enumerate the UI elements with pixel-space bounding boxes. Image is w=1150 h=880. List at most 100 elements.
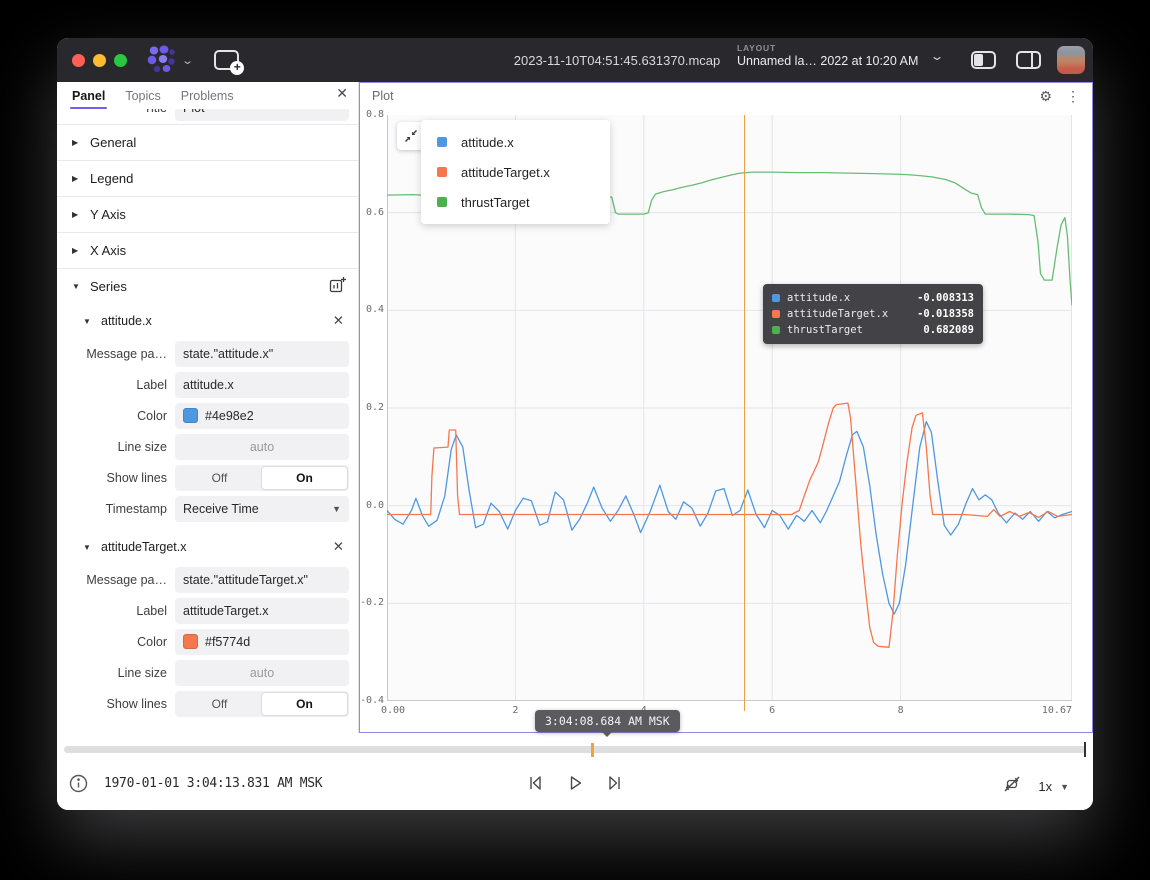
close-sidebar-icon[interactable]: ✕ <box>336 85 348 102</box>
show-lines-label: Show lines <box>57 471 175 485</box>
add-panel-button[interactable]: + <box>214 50 239 70</box>
scrubber-hover-marker <box>591 743 594 757</box>
label-label: Label <box>57 604 175 618</box>
foxglove-logo-icon[interactable] <box>145 45 177 75</box>
chevron-right-icon: ▶ <box>72 210 81 219</box>
series-color-swatch <box>772 326 780 334</box>
legend-item-thrust-target[interactable]: thrustTarget <box>421 187 610 217</box>
show-lines-toggle: Off On <box>175 691 349 717</box>
scrubber-playhead-marker[interactable] <box>1084 742 1087 757</box>
series-attitude-target-x-header[interactable]: ▼ attitudeTarget.x ✕ <box>57 530 358 564</box>
transport-controls <box>525 773 625 798</box>
section-x-axis[interactable]: ▶ X Axis <box>57 232 358 268</box>
title-row-clipped: Title Plot <box>57 109 358 124</box>
series-attitude-x-header[interactable]: ▼ attitude.x ✕ <box>57 304 358 338</box>
layout-label: LAYOUT <box>737 43 918 54</box>
panel-menu-kebab-icon[interactable]: ⋮ <box>1066 88 1080 105</box>
panel-settings-scroll[interactable]: Title Plot ▶ General ▶ Legend ▶ Y Axis <box>57 109 358 733</box>
show-lines-off-option[interactable]: Off <box>177 693 262 715</box>
app-window: ⌄ + 2023-11-10T04:51:45.631370.mcap LAYO… <box>57 38 1093 810</box>
layout-selector[interactable]: LAYOUT Unnamed la… 2022 at 10:20 AM ⌄ <box>737 43 942 69</box>
chevron-down-icon: ▼ <box>83 317 92 326</box>
chevron-down-icon: ▼ <box>1060 782 1069 792</box>
add-series-icon[interactable] <box>329 276 346 298</box>
message-path-input[interactable]: state."attitude.x" <box>175 341 349 367</box>
app-menu-chevron-icon[interactable]: ⌄ <box>181 54 194 67</box>
user-avatar[interactable] <box>1057 46 1085 74</box>
timeline-scrubber[interactable] <box>64 746 1086 753</box>
line-size-label: Line size <box>57 666 175 680</box>
message-path-label: Message pa… <box>57 347 175 361</box>
plus-icon: + <box>230 61 244 75</box>
chevron-down-icon: ▼ <box>72 282 81 291</box>
close-window-button[interactable] <box>72 54 85 67</box>
line-size-label: Line size <box>57 440 175 454</box>
legend-item-attitude-x[interactable]: attitude.x <box>421 127 610 157</box>
color-hex-value: #f5774d <box>205 635 250 649</box>
info-icon[interactable] <box>69 774 88 798</box>
color-hex-value: #4e98e2 <box>205 409 254 423</box>
plot-legend: attitude.x attitudeTarget.x thrustTarget <box>421 120 610 224</box>
playback-speed-select[interactable]: 1x ▼ <box>1038 779 1069 794</box>
chevron-right-icon: ▶ <box>72 174 81 183</box>
message-path-input[interactable]: state."attitudeTarget.x" <box>175 567 349 593</box>
legend-item-attitude-target-x[interactable]: attitudeTarget.x <box>421 157 610 187</box>
tab-problems[interactable]: Problems <box>181 82 234 109</box>
series-color-swatch <box>437 197 447 207</box>
show-lines-on-option[interactable]: On <box>262 467 347 489</box>
plot-panel[interactable]: Plot ⚙ ⋮ 0.80.60.40.20.0-0.2-0.4 0.00246… <box>359 82 1093 733</box>
timestamp-select[interactable]: Receive Time ▼ <box>175 496 349 522</box>
label-label: Label <box>57 378 175 392</box>
seek-forward-button[interactable] <box>605 773 625 798</box>
data-source-title[interactable]: 2023-11-10T04:51:45.631370.mcap <box>514 53 720 68</box>
section-y-axis[interactable]: ▶ Y Axis <box>57 196 358 232</box>
tab-panel[interactable]: Panel <box>72 82 105 109</box>
chart-area[interactable]: 0.80.60.40.20.0-0.2-0.4 0.00246810.67 at… <box>360 109 1092 732</box>
seek-backward-button[interactable] <box>525 773 545 798</box>
title-field-label: Title <box>57 109 175 115</box>
line-size-input[interactable]: auto <box>175 434 349 460</box>
toggle-right-sidebar-button[interactable] <box>1016 51 1041 69</box>
hover-values-tooltip: attitude.x -0.008313 attitudeTarget.x -0… <box>763 284 983 344</box>
playback-bar: 3:04:08.684 AM MSK 1970-01-01 3:04:13.83… <box>57 733 1093 810</box>
remove-series-icon[interactable]: ✕ <box>333 313 344 329</box>
color-input[interactable]: #f5774d <box>175 629 349 655</box>
section-series[interactable]: ▼ Series <box>57 268 358 304</box>
chevron-right-icon: ▶ <box>72 246 81 255</box>
series-color-swatch <box>437 167 447 177</box>
remove-series-icon[interactable]: ✕ <box>333 539 344 555</box>
play-button[interactable] <box>565 773 585 798</box>
chevron-right-icon: ▶ <box>72 138 81 147</box>
playback-controls-row: 1970-01-01 3:04:13.831 AM MSK <box>57 763 1093 803</box>
series-label-input[interactable]: attitudeTarget.x <box>175 598 349 624</box>
panel-settings-gear-icon[interactable]: ⚙ <box>1039 88 1052 105</box>
series-label-input[interactable]: attitude.x <box>175 372 349 398</box>
title-field[interactable]: Plot <box>175 109 349 121</box>
section-legend[interactable]: ▶ Legend <box>57 160 358 196</box>
loop-off-icon[interactable] <box>1002 774 1022 799</box>
playhead-line[interactable] <box>744 115 746 711</box>
sidebar-tabs: Panel Topics Problems ✕ <box>57 82 358 109</box>
panel-title: Plot <box>372 89 1025 103</box>
window-controls <box>72 54 127 67</box>
minimize-window-button[interactable] <box>93 54 106 67</box>
toggle-left-sidebar-button[interactable] <box>971 51 996 69</box>
timestamp-value: Receive Time <box>183 502 259 516</box>
plot-panel-header: Plot ⚙ ⋮ <box>360 83 1092 109</box>
show-lines-on-option[interactable]: On <box>262 693 347 715</box>
color-input[interactable]: #4e98e2 <box>175 403 349 429</box>
timestamp-label: Timestamp <box>57 502 175 516</box>
color-swatch[interactable] <box>183 634 198 649</box>
chevron-down-icon: ▼ <box>332 504 341 514</box>
color-swatch[interactable] <box>183 408 198 423</box>
layout-name: Unnamed la… 2022 at 10:20 AM <box>737 54 918 70</box>
series-color-swatch <box>772 294 780 302</box>
show-lines-off-option[interactable]: Off <box>177 467 262 489</box>
tab-topics[interactable]: Topics <box>125 82 160 109</box>
section-general[interactable]: ▶ General <box>57 124 358 160</box>
series-color-swatch <box>437 137 447 147</box>
maximize-window-button[interactable] <box>114 54 127 67</box>
line-size-input[interactable]: auto <box>175 660 349 686</box>
scrubber-hover-tooltip: 3:04:08.684 AM MSK <box>535 710 680 732</box>
current-timestamp[interactable]: 1970-01-01 3:04:13.831 AM MSK <box>104 776 322 791</box>
